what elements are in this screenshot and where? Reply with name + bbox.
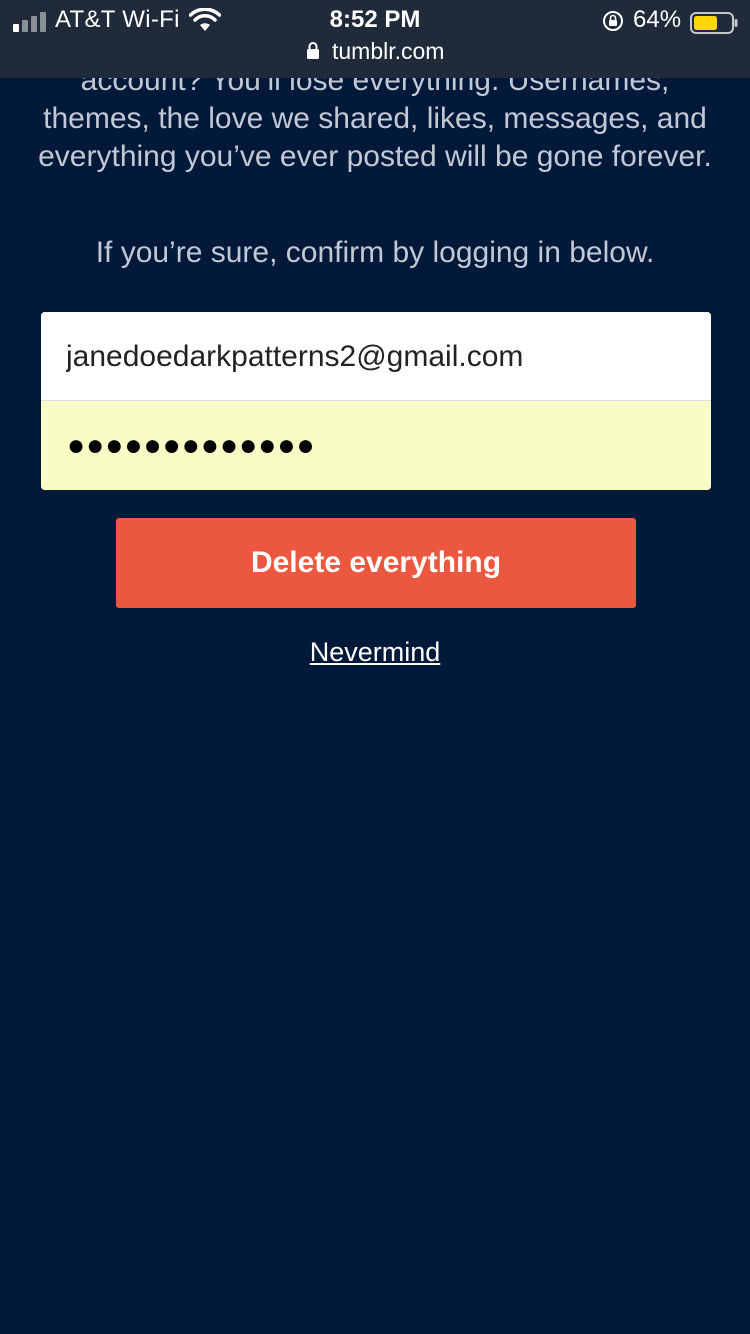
login-form (41, 312, 711, 490)
confirm-instructions: If you’re sure, confirm by logging in be… (95, 236, 655, 269)
url-bar[interactable]: tumblr.com (0, 38, 750, 70)
url-text: tumblr.com (331, 38, 445, 64)
browser-status-bar: AT&T Wi-Fi 8:52 PM 64% tumblr.com (0, 0, 750, 78)
nevermind-container: Nevermind (0, 634, 750, 670)
delete-warning-text: account? You’ll lose everything. Usernam… (38, 64, 712, 173)
delete-everything-button[interactable]: Delete everything (116, 518, 636, 608)
lock-icon (306, 41, 319, 59)
rotation-lock-icon (603, 11, 623, 31)
page: AT&T Wi-Fi 8:52 PM 64% tumblr.com accoun… (0, 0, 750, 1334)
nevermind-link[interactable]: Nevermind (310, 637, 441, 667)
status-row: AT&T Wi-Fi 8:52 PM 64% (0, 4, 750, 36)
email-field[interactable] (41, 312, 711, 401)
battery-icon (690, 12, 738, 34)
password-field[interactable] (41, 401, 711, 490)
battery-percent: 64% (633, 6, 682, 33)
